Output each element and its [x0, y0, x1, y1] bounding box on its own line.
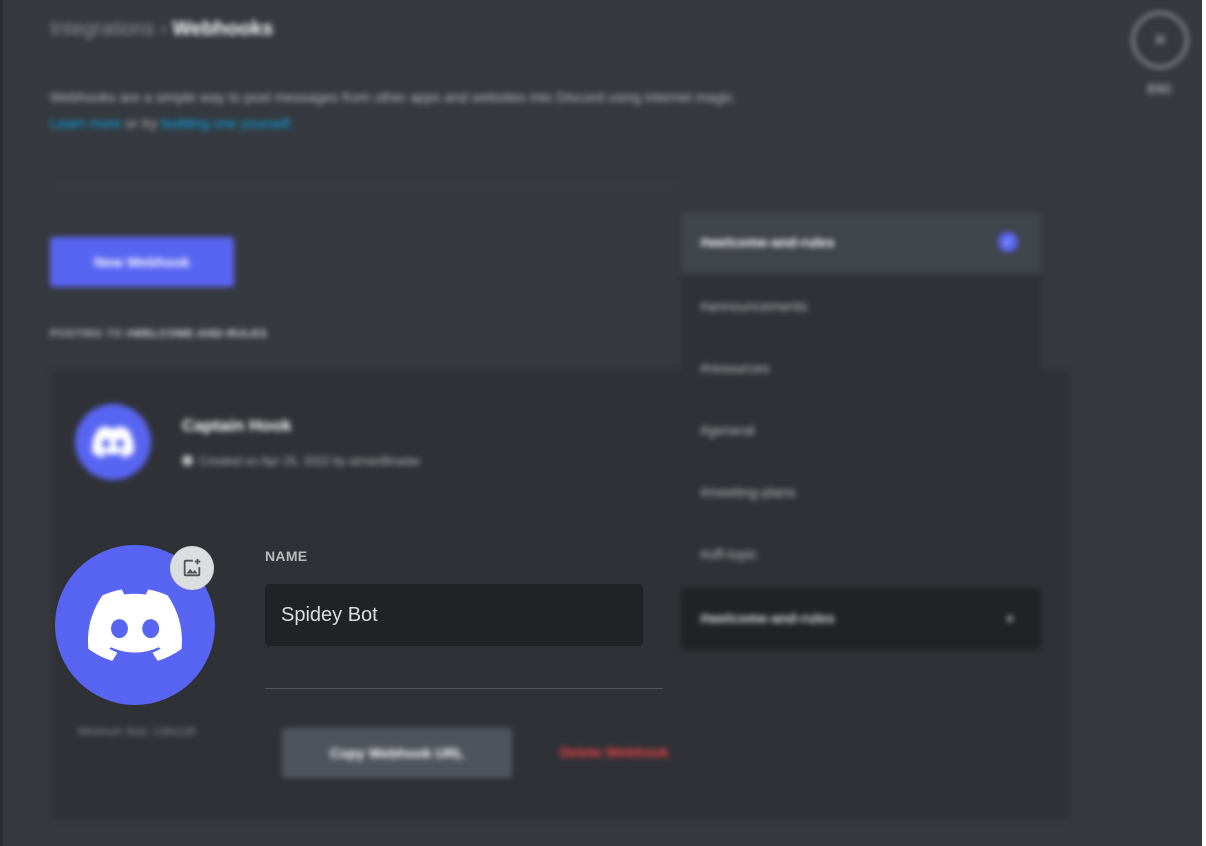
dropdown-option[interactable]: #general — [700, 422, 755, 438]
clock-icon — [182, 455, 193, 466]
dropdown-selected-label[interactable]: #welcome-and-rules — [700, 234, 835, 250]
webhook-description: Webhooks are a simple way to post messag… — [50, 84, 1050, 136]
breadcrumb-separator: › — [160, 18, 167, 40]
image-add-icon — [183, 558, 201, 577]
left-edge — [0, 0, 3, 846]
delete-webhook-button[interactable]: Delete Webhook — [560, 744, 669, 760]
close-control[interactable]: × ESC — [1130, 12, 1190, 96]
webhook-avatar-small[interactable] — [75, 404, 151, 480]
right-edge — [1202, 0, 1206, 846]
close-icon[interactable]: × — [1132, 12, 1188, 68]
dropdown-option[interactable]: #announcements — [700, 298, 807, 314]
or-text: or try — [125, 115, 158, 131]
breadcrumb-current: Webhooks — [172, 18, 274, 40]
build-link[interactable]: building one yourself. — [161, 115, 293, 131]
dropdown-option[interactable]: #resources — [700, 360, 769, 376]
dropdown-option[interactable]: #off-topic — [700, 546, 757, 562]
posting-to-label: POSTING TO #WELCOME-AND-RULES — [50, 328, 267, 340]
min-size-hint: Minimum Size: 128x128 — [78, 726, 196, 738]
page-title: Integrations › Webhooks — [50, 18, 273, 41]
name-field-label: NAME — [265, 548, 308, 564]
webhook-created-text: Created on Apr 25, 2022 by aimanBiradar — [199, 454, 421, 468]
description-text: Webhooks are a simple way to post messag… — [50, 89, 737, 105]
learn-more-link[interactable]: Learn more — [50, 115, 122, 131]
new-webhook-button[interactable]: New Webhook — [50, 237, 234, 287]
check-icon: ✓ — [998, 232, 1018, 252]
upload-image-icon[interactable] — [170, 546, 214, 590]
breadcrumb-parent[interactable]: Integrations — [50, 18, 155, 40]
chevron-up-icon[interactable]: ▲ — [1004, 610, 1016, 624]
form-divider — [265, 688, 663, 689]
posting-channel: #WELCOME-AND-RULES — [126, 328, 268, 340]
channel-select-value[interactable]: #welcome-and-rules — [700, 610, 835, 626]
dropdown-option[interactable]: #meeting-plans — [700, 484, 796, 500]
discord-logo-icon — [88, 589, 182, 661]
esc-label: ESC — [1147, 82, 1173, 96]
webhook-meta: Created on Apr 25, 2022 by aimanBiradar — [182, 454, 420, 468]
posting-prefix: POSTING TO — [50, 328, 123, 340]
section-divider — [50, 182, 680, 183]
discord-logo-icon — [92, 426, 134, 458]
blurred-background: Integrations › Webhooks Webhooks are a s… — [0, 0, 1206, 846]
webhook-name: Captain Hook — [182, 416, 292, 435]
webhook-settings-screen: Integrations › Webhooks Webhooks are a s… — [0, 0, 1206, 846]
webhook-name-input[interactable] — [265, 584, 643, 646]
copy-webhook-url-button[interactable]: Copy Webhook URL — [282, 728, 512, 778]
